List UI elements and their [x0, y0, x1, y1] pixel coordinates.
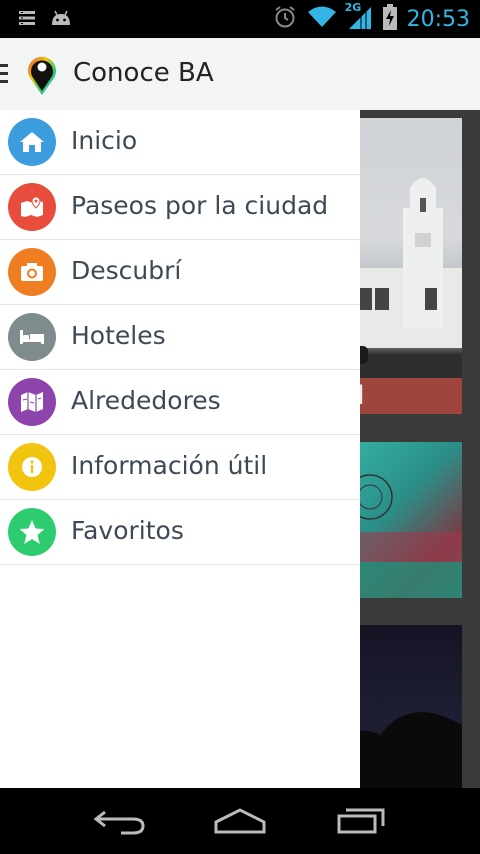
- menu-item-inicio[interactable]: Inicio: [0, 110, 360, 175]
- location-pin-logo[interactable]: [25, 52, 59, 100]
- navigation-drawer: Inicio Paseos por la ciudad Descubrí Hot…: [0, 110, 360, 788]
- menu-label: Información útil: [71, 451, 268, 480]
- home-nav-icon[interactable]: [213, 806, 267, 840]
- back-icon[interactable]: [93, 806, 147, 840]
- info-icon: [8, 443, 56, 491]
- menu-item-paseos[interactable]: Paseos por la ciudad: [0, 175, 360, 240]
- menu-label: Alrededores: [71, 386, 221, 415]
- signal-icon: 2G: [345, 1, 373, 33]
- menu-item-hoteles[interactable]: Hoteles: [0, 305, 360, 370]
- menu-label: Inicio: [71, 126, 138, 155]
- folded-map-icon: [8, 378, 56, 426]
- alarm-icon: [273, 5, 297, 33]
- menu-label: Hoteles: [71, 321, 166, 350]
- notification-list-icon: [18, 9, 36, 31]
- recent-apps-icon[interactable]: [336, 806, 388, 840]
- app-title: Conoce BA: [73, 58, 214, 88]
- menu-item-informacion-util[interactable]: Información útil: [0, 435, 360, 500]
- menu-item-descubri[interactable]: Descubrí: [0, 240, 360, 305]
- star-icon: [8, 508, 56, 556]
- app-bar: Conoce BA: [0, 38, 480, 111]
- wifi-icon: [307, 5, 337, 33]
- map-route-icon: [8, 183, 56, 231]
- status-bar: 2G 20:53: [0, 0, 480, 38]
- menu-item-alrededores[interactable]: Alrededores: [0, 370, 360, 435]
- status-time: 20:53: [406, 6, 470, 32]
- bed-icon: [8, 313, 56, 361]
- camera-icon: [8, 248, 56, 296]
- menu-label: Descubrí: [71, 256, 182, 285]
- home-icon: [8, 118, 56, 166]
- hamburger-icon[interactable]: [0, 64, 8, 88]
- menu-item-favoritos[interactable]: Favoritos: [0, 500, 360, 565]
- battery-charging-icon: [382, 4, 397, 34]
- android-icon: [50, 9, 72, 31]
- network-type-label: 2G: [344, 1, 362, 14]
- menu-label: Paseos por la ciudad: [71, 191, 329, 220]
- menu-label: Favoritos: [71, 516, 184, 545]
- system-nav-bar: [0, 788, 480, 854]
